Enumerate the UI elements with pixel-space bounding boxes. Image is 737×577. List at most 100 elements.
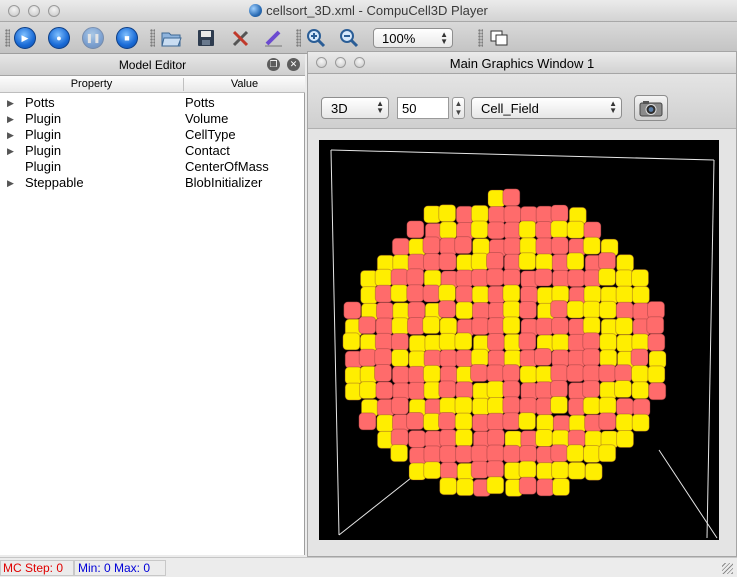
bounding-box-edge: [706, 159, 715, 539]
tools-button[interactable]: [230, 27, 252, 49]
cell-voxel: [438, 332, 457, 351]
cell-voxel: [438, 300, 457, 319]
view-mode-select[interactable]: 3D ▲ ▼: [321, 97, 389, 119]
property-column-header[interactable]: Property: [0, 78, 183, 90]
view-mode-value: 3D: [331, 101, 348, 116]
cell-voxel: [470, 444, 489, 463]
cell-voxel: [439, 477, 458, 496]
cell-voxel: [582, 348, 601, 367]
cell-voxel: [471, 285, 490, 304]
cell-voxel: [438, 204, 457, 223]
expand-triangle-icon[interactable]: ▶: [7, 130, 14, 141]
cell-voxel: [566, 220, 585, 239]
open-button[interactable]: [160, 27, 182, 49]
cell-voxel: [390, 332, 409, 351]
cell-voxel: [438, 284, 457, 303]
mc-step-status: MC Step: 0: [0, 560, 74, 576]
tree-row[interactable]: ▶ Potts Potts: [0, 95, 305, 111]
graphics-controls-bar: 3D ▲ ▼ 50 ▲ ▼ Cell_Field ▲ ▼: [308, 75, 736, 129]
cell-voxel: [359, 333, 378, 352]
resize-grip-icon[interactable]: [722, 563, 733, 574]
cell-voxel: [518, 252, 537, 271]
value-column-header[interactable]: Value: [184, 78, 305, 90]
cell-voxel: [407, 301, 426, 320]
cell-voxel: [615, 301, 634, 320]
cell-field-render[interactable]: [319, 140, 719, 540]
zoom-out-button[interactable]: [338, 27, 360, 49]
min-max-status: Min: 0 Max: 0: [74, 560, 166, 576]
cell-voxel: [408, 334, 427, 353]
tree-row[interactable]: ▶ Plugin CellType: [0, 127, 305, 143]
cell-voxel: [518, 476, 537, 495]
cell-voxel: [502, 316, 521, 335]
toolbar-grip[interactable]: [5, 29, 10, 47]
cell-voxel: [487, 333, 506, 352]
tree-row[interactable]: ▶ Plugin Volume: [0, 111, 305, 127]
tools-icon: [232, 30, 249, 47]
cell-voxel: [502, 268, 521, 287]
3d-viewport[interactable]: [319, 140, 719, 540]
cell-voxel: [615, 397, 634, 416]
cell-voxel: [550, 364, 569, 383]
cell-voxel: [471, 301, 490, 320]
tree-row[interactable]: ▶ Plugin Contact: [0, 143, 305, 159]
field-select[interactable]: Cell_Field ▲ ▼: [471, 97, 622, 119]
expand-triangle-icon[interactable]: ▶: [7, 98, 14, 109]
pause-button[interactable]: ❚❚: [82, 27, 104, 49]
cell-voxel: [422, 316, 441, 335]
save-button[interactable]: [195, 27, 217, 49]
row-property: Plugin: [25, 159, 62, 174]
cell-voxel: [406, 220, 425, 239]
cell-voxel: [616, 254, 635, 273]
cell-voxel: [582, 300, 601, 319]
run-button[interactable]: ▶: [14, 27, 36, 49]
edit-button[interactable]: [262, 27, 284, 49]
cell-voxel: [486, 444, 505, 463]
row-value: CenterOfMass: [185, 159, 269, 174]
cell-voxel: [374, 348, 393, 367]
stop-icon: ■: [124, 33, 130, 43]
zoom-in-button[interactable]: [305, 27, 327, 49]
zoom-level-value: 100%: [382, 31, 416, 46]
bounding-box-edge: [330, 149, 715, 161]
cell-voxel: [551, 317, 570, 336]
slice-number-input[interactable]: 50: [397, 97, 449, 119]
expand-triangle-icon[interactable]: ▶: [7, 114, 14, 125]
toolbar-grip[interactable]: [150, 29, 155, 47]
expand-triangle-icon[interactable]: ▶: [7, 146, 14, 157]
cell-voxel: [535, 429, 554, 448]
cell-voxel: [486, 380, 505, 399]
screenshot-button[interactable]: [634, 95, 668, 121]
cell-voxel: [598, 444, 617, 463]
cell-voxel: [470, 268, 489, 287]
cell-voxel: [408, 350, 427, 369]
graphics-window-titlebar[interactable]: Main Graphics Window 1: [308, 52, 736, 74]
tree-row[interactable]: ▶ Steppable BlobInitializer: [0, 175, 305, 191]
toolbar-grip[interactable]: [296, 29, 301, 47]
cell-voxel: [486, 428, 505, 447]
model-editor-header: Model Editor ❐ ✕: [0, 54, 305, 76]
stop-button[interactable]: ■: [116, 27, 138, 49]
status-bar: MC Step: 0 Min: 0 Max: 0: [0, 557, 737, 577]
zoom-level-select[interactable]: 100% ▲ ▼: [373, 28, 453, 48]
cell-voxel: [632, 398, 651, 417]
cell-voxel: [614, 380, 633, 399]
slice-stepper[interactable]: ▲ ▼: [452, 97, 465, 119]
cell-voxel: [584, 462, 603, 481]
tree-row[interactable]: Plugin CenterOfMass: [0, 159, 305, 175]
close-panel-icon[interactable]: ✕: [287, 58, 300, 71]
cell-voxel: [374, 364, 393, 383]
cell-voxel: [471, 317, 490, 336]
step-button[interactable]: ●: [48, 27, 70, 49]
model-editor-title: Model Editor: [118, 58, 187, 72]
row-property: Steppable: [25, 175, 84, 190]
row-value: Volume: [185, 111, 229, 126]
cell-voxel: [407, 365, 426, 384]
float-panel-icon[interactable]: ❐: [267, 58, 280, 71]
tile-windows-button[interactable]: [488, 27, 510, 49]
cell-voxel: [487, 317, 506, 336]
toolbar-grip[interactable]: [478, 29, 483, 47]
expand-triangle-icon[interactable]: ▶: [7, 178, 14, 189]
cell-voxel: [598, 252, 617, 271]
row-value: CellType: [185, 127, 236, 142]
